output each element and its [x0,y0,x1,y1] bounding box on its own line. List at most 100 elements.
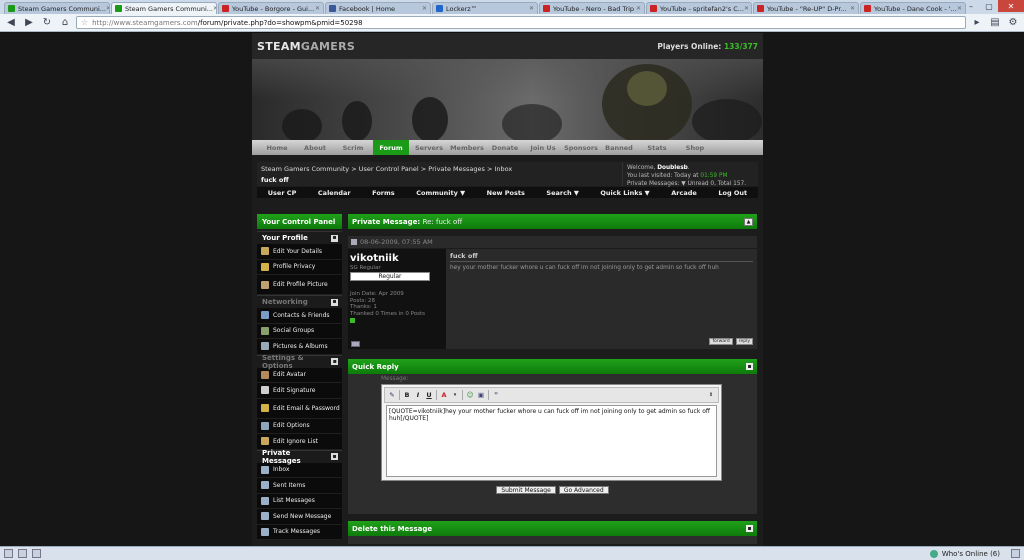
close-tab-icon[interactable]: ✕ [422,5,427,12]
close-window-icon[interactable]: ✕ [998,0,1024,12]
site-nav-item[interactable]: Shop [677,140,713,155]
site-nav-item[interactable]: Forum [373,140,409,155]
site-nav-item[interactable]: Members [449,140,485,155]
close-tab-icon[interactable]: ✕ [315,5,320,12]
private-messages-summary[interactable]: Private Messages: ▼ Unread 0, Total 157. [627,180,754,188]
sidebar-item[interactable]: Send New Message [257,509,342,525]
bold-icon[interactable]: B [403,391,411,399]
forum-nav-item[interactable]: User CP [268,189,297,197]
settings-icon[interactable] [1011,549,1020,558]
site-nav-item[interactable]: Home [259,140,295,155]
collapse-icon[interactable]: ▪ [331,453,338,460]
sidebar-item[interactable]: Social Groups [257,323,342,339]
close-tab-icon[interactable]: ✕ [744,5,749,12]
warning-icon[interactable]: ▲ [744,217,753,226]
welcome-username[interactable]: Doublesb [657,165,688,171]
forum-nav-item[interactable]: Search ▼ [546,189,578,197]
browser-tab[interactable]: YouTube - Nero - Bad Trip ✕ [539,2,645,14]
sidebar-item[interactable]: Edit Email & Password [257,398,342,419]
chevron-down-icon[interactable]: ▾ [451,391,459,399]
forum-nav-item[interactable]: Forms [372,189,395,197]
sidebar-item[interactable]: Edit Profile Picture [257,275,342,295]
switch-mode-icon[interactable]: ✎ [388,391,396,399]
browser-tab[interactable]: YouTube - Dane Cook - '... ✕ [860,2,966,14]
message-textarea[interactable]: [QUOTE=vikotniik]hey your mother fucker … [386,405,717,477]
go-icon[interactable]: ▸ [970,16,984,30]
close-tab-icon[interactable]: ✕ [213,5,216,12]
site-nav-item[interactable]: Donate [487,140,523,155]
bookmark-star-icon[interactable]: ☆ [81,18,88,27]
forum-nav-item[interactable]: Community ▼ [416,189,465,197]
collapse-icon[interactable]: ▪ [331,358,338,365]
sidebar-item[interactable]: Profile Privacy [257,259,342,275]
sidebar-item[interactable]: Contacts & Friends [257,308,342,324]
collapse-icon[interactable]: ▪ [331,234,338,242]
close-tab-icon[interactable]: ✕ [636,5,641,12]
browser-tab[interactable]: YouTube - "Re-UP" D-Pr... ✕ [753,2,859,14]
page-menu-icon[interactable]: ▤ [988,16,1002,30]
resize-icon[interactable]: ⇕ [707,391,715,399]
site-nav-item[interactable]: About [297,140,333,155]
browser-tab[interactable]: Facebook | Home ✕ [325,2,431,14]
collapse-icon[interactable]: ▪ [746,363,753,370]
status-icon-3[interactable] [32,549,41,558]
close-tab-icon[interactable]: ✕ [529,5,534,12]
browser-tab[interactable]: Steam Gamers Communi...✕ [4,2,110,14]
back-icon[interactable]: ◀ [4,16,18,30]
sidebar-item[interactable]: Pictures & Albums [257,339,342,355]
sidebar-item[interactable]: Edit Options [257,418,342,434]
forum-nav-item[interactable]: Quick Links ▼ [600,189,649,197]
smilie-icon[interactable]: ☺ [466,391,474,399]
home-icon[interactable]: ⌂ [58,16,72,30]
reload-icon[interactable]: ↻ [40,16,54,30]
status-icon-1[interactable] [4,549,13,558]
sidebar-item[interactable]: Edit Signature [257,383,342,399]
send-pm-icon[interactable] [351,341,360,347]
address-bar[interactable]: ☆ http://www.steamgamers.com/forum/priva… [76,16,966,29]
browser-tab[interactable]: Steam Gamers Communi...✕ [111,2,217,14]
sidebar-section-header[interactable]: Your Profile ▪ [257,231,342,244]
sidebar-section-header[interactable]: Settings & Options ▪ [257,354,342,370]
wrench-icon[interactable]: ⚙ [1006,16,1020,30]
forward-button[interactable]: forward [709,338,733,345]
go-advanced-button[interactable]: Go Advanced [558,486,609,494]
site-nav-item[interactable]: Sponsors [563,140,599,155]
reply-button[interactable]: reply [735,338,753,345]
sidebar-item[interactable]: List Messages [257,493,342,509]
sidebar-section-header[interactable]: Networking ▪ [257,295,342,308]
browser-tab[interactable]: YouTube - spritefan2's C... ✕ [646,2,752,14]
close-tab-icon[interactable]: ✕ [106,5,109,12]
forum-nav-item[interactable]: New Posts [487,189,525,197]
underline-icon[interactable]: U [425,391,433,399]
forum-nav-item[interactable]: Log Out [718,189,747,197]
sidebar-item[interactable]: Track Messages [257,524,342,540]
site-nav-item[interactable]: Banned [601,140,637,155]
font-color-icon[interactable]: A [440,391,448,399]
status-icon-2[interactable] [18,549,27,558]
forward-icon[interactable]: ▶ [22,16,36,30]
sidebar-section-header[interactable]: Private Messages ▪ [257,449,342,465]
author-name[interactable]: vikotniik [350,253,444,264]
collapse-icon[interactable]: ▪ [331,298,338,306]
sidebar-item[interactable]: Edit Ignore List [257,434,342,450]
site-nav-item[interactable]: Servers [411,140,447,155]
site-nav-item[interactable]: Stats [639,140,675,155]
sidebar-item[interactable]: Edit Avatar [257,367,342,383]
sidebar-item[interactable]: Inbox [257,462,342,478]
collapse-icon[interactable]: ▪ [746,525,753,532]
sidebar-item[interactable]: Edit Your Details [257,244,342,260]
browser-tab[interactable]: YouTube - Borgore - Gui... ✕ [218,2,324,14]
insert-image-icon[interactable]: ▣ [477,391,485,399]
whos-online[interactable]: Who's Online (6) [929,549,1000,558]
site-logo[interactable]: STEAMGAMERS [257,40,355,53]
quote-icon[interactable]: ❞ [492,391,500,399]
site-nav-item[interactable]: Join Us [525,140,561,155]
breadcrumb-path[interactable]: Steam Gamers Community > User Control Pa… [261,165,512,173]
italic-icon[interactable]: I [414,391,422,399]
site-nav-item[interactable]: Scrim [335,140,371,155]
forum-nav-item[interactable]: Calendar [318,189,351,197]
minimize-icon[interactable]: – [962,0,980,12]
close-tab-icon[interactable]: ✕ [850,5,855,12]
submit-message-button[interactable]: Submit Message [496,486,556,494]
forum-nav-item[interactable]: Arcade [671,189,697,197]
